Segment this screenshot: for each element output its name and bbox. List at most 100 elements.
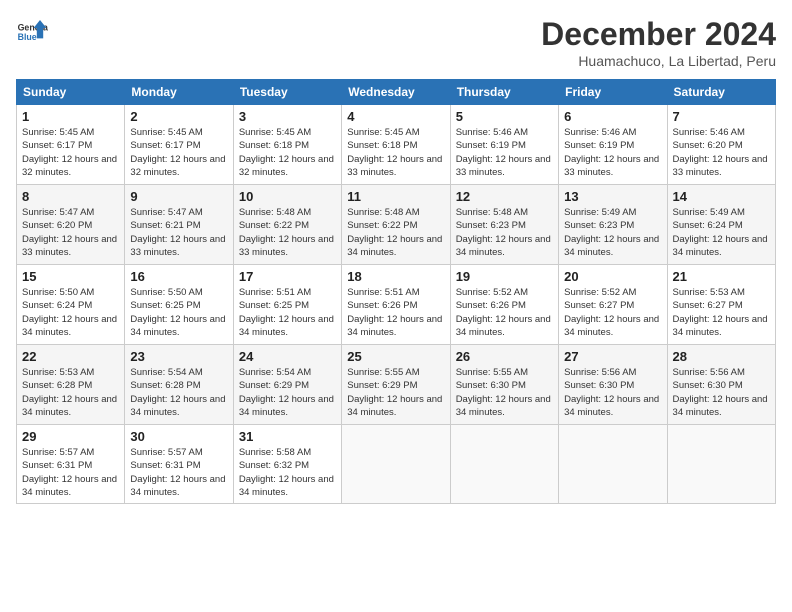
day-info: Sunrise: 5:51 AMSunset: 6:25 PMDaylight:… xyxy=(239,287,334,338)
table-row xyxy=(667,425,775,504)
table-row: 12 Sunrise: 5:48 AMSunset: 6:23 PMDaylig… xyxy=(450,185,558,265)
table-row: 20 Sunrise: 5:52 AMSunset: 6:27 PMDaylig… xyxy=(559,265,667,345)
day-number: 29 xyxy=(22,429,119,444)
table-row: 2 Sunrise: 5:45 AMSunset: 6:17 PMDayligh… xyxy=(125,105,233,185)
day-number: 17 xyxy=(239,269,336,284)
day-info: Sunrise: 5:57 AMSunset: 6:31 PMDaylight:… xyxy=(130,447,225,498)
day-info: Sunrise: 5:47 AMSunset: 6:21 PMDaylight:… xyxy=(130,207,225,258)
table-row xyxy=(450,425,558,504)
table-row: 14 Sunrise: 5:49 AMSunset: 6:24 PMDaylig… xyxy=(667,185,775,265)
day-info: Sunrise: 5:56 AMSunset: 6:30 PMDaylight:… xyxy=(673,367,768,418)
day-number: 15 xyxy=(22,269,119,284)
day-number: 10 xyxy=(239,189,336,204)
col-friday: Friday xyxy=(559,80,667,105)
table-row: 3 Sunrise: 5:45 AMSunset: 6:18 PMDayligh… xyxy=(233,105,341,185)
table-row: 17 Sunrise: 5:51 AMSunset: 6:25 PMDaylig… xyxy=(233,265,341,345)
day-number: 25 xyxy=(347,349,444,364)
table-row: 22 Sunrise: 5:53 AMSunset: 6:28 PMDaylig… xyxy=(17,345,125,425)
day-number: 26 xyxy=(456,349,553,364)
day-number: 2 xyxy=(130,109,227,124)
day-info: Sunrise: 5:47 AMSunset: 6:20 PMDaylight:… xyxy=(22,207,117,258)
day-number: 31 xyxy=(239,429,336,444)
table-row: 15 Sunrise: 5:50 AMSunset: 6:24 PMDaylig… xyxy=(17,265,125,345)
day-number: 8 xyxy=(22,189,119,204)
day-info: Sunrise: 5:49 AMSunset: 6:24 PMDaylight:… xyxy=(673,207,768,258)
calendar-table: Sunday Monday Tuesday Wednesday Thursday… xyxy=(16,79,776,504)
day-info: Sunrise: 5:53 AMSunset: 6:28 PMDaylight:… xyxy=(22,367,117,418)
day-number: 28 xyxy=(673,349,770,364)
col-saturday: Saturday xyxy=(667,80,775,105)
table-row: 5 Sunrise: 5:46 AMSunset: 6:19 PMDayligh… xyxy=(450,105,558,185)
day-info: Sunrise: 5:48 AMSunset: 6:22 PMDaylight:… xyxy=(239,207,334,258)
col-wednesday: Wednesday xyxy=(342,80,450,105)
table-row: 21 Sunrise: 5:53 AMSunset: 6:27 PMDaylig… xyxy=(667,265,775,345)
day-info: Sunrise: 5:55 AMSunset: 6:29 PMDaylight:… xyxy=(347,367,442,418)
location: Huamachuco, La Libertad, Peru xyxy=(541,53,776,69)
day-number: 13 xyxy=(564,189,661,204)
day-number: 22 xyxy=(22,349,119,364)
day-info: Sunrise: 5:49 AMSunset: 6:23 PMDaylight:… xyxy=(564,207,659,258)
table-row: 31 Sunrise: 5:58 AMSunset: 6:32 PMDaylig… xyxy=(233,425,341,504)
table-row: 7 Sunrise: 5:46 AMSunset: 6:20 PMDayligh… xyxy=(667,105,775,185)
col-monday: Monday xyxy=(125,80,233,105)
table-row: 9 Sunrise: 5:47 AMSunset: 6:21 PMDayligh… xyxy=(125,185,233,265)
day-number: 16 xyxy=(130,269,227,284)
month-title: December 2024 xyxy=(541,16,776,53)
day-number: 23 xyxy=(130,349,227,364)
day-number: 7 xyxy=(673,109,770,124)
day-number: 9 xyxy=(130,189,227,204)
day-info: Sunrise: 5:57 AMSunset: 6:31 PMDaylight:… xyxy=(22,447,117,498)
table-row: 28 Sunrise: 5:56 AMSunset: 6:30 PMDaylig… xyxy=(667,345,775,425)
table-row: 24 Sunrise: 5:54 AMSunset: 6:29 PMDaylig… xyxy=(233,345,341,425)
table-row: 13 Sunrise: 5:49 AMSunset: 6:23 PMDaylig… xyxy=(559,185,667,265)
day-info: Sunrise: 5:52 AMSunset: 6:27 PMDaylight:… xyxy=(564,287,659,338)
day-number: 4 xyxy=(347,109,444,124)
day-number: 6 xyxy=(564,109,661,124)
day-info: Sunrise: 5:48 AMSunset: 6:23 PMDaylight:… xyxy=(456,207,551,258)
day-info: Sunrise: 5:50 AMSunset: 6:25 PMDaylight:… xyxy=(130,287,225,338)
day-info: Sunrise: 5:45 AMSunset: 6:17 PMDaylight:… xyxy=(130,127,225,178)
day-number: 19 xyxy=(456,269,553,284)
table-row: 27 Sunrise: 5:56 AMSunset: 6:30 PMDaylig… xyxy=(559,345,667,425)
svg-text:Blue: Blue xyxy=(18,32,37,42)
day-number: 18 xyxy=(347,269,444,284)
day-info: Sunrise: 5:53 AMSunset: 6:27 PMDaylight:… xyxy=(673,287,768,338)
day-info: Sunrise: 5:45 AMSunset: 6:17 PMDaylight:… xyxy=(22,127,117,178)
logo: General Blue xyxy=(16,16,48,48)
day-number: 24 xyxy=(239,349,336,364)
calendar-header-row: Sunday Monday Tuesday Wednesday Thursday… xyxy=(17,80,776,105)
day-number: 21 xyxy=(673,269,770,284)
day-info: Sunrise: 5:55 AMSunset: 6:30 PMDaylight:… xyxy=(456,367,551,418)
table-row: 23 Sunrise: 5:54 AMSunset: 6:28 PMDaylig… xyxy=(125,345,233,425)
col-thursday: Thursday xyxy=(450,80,558,105)
table-row: 6 Sunrise: 5:46 AMSunset: 6:19 PMDayligh… xyxy=(559,105,667,185)
title-block: December 2024 Huamachuco, La Libertad, P… xyxy=(541,16,776,69)
day-info: Sunrise: 5:46 AMSunset: 6:19 PMDaylight:… xyxy=(456,127,551,178)
table-row: 10 Sunrise: 5:48 AMSunset: 6:22 PMDaylig… xyxy=(233,185,341,265)
day-info: Sunrise: 5:58 AMSunset: 6:32 PMDaylight:… xyxy=(239,447,334,498)
col-tuesday: Tuesday xyxy=(233,80,341,105)
day-info: Sunrise: 5:51 AMSunset: 6:26 PMDaylight:… xyxy=(347,287,442,338)
day-info: Sunrise: 5:56 AMSunset: 6:30 PMDaylight:… xyxy=(564,367,659,418)
day-number: 30 xyxy=(130,429,227,444)
day-info: Sunrise: 5:50 AMSunset: 6:24 PMDaylight:… xyxy=(22,287,117,338)
table-row xyxy=(342,425,450,504)
day-number: 20 xyxy=(564,269,661,284)
day-info: Sunrise: 5:45 AMSunset: 6:18 PMDaylight:… xyxy=(239,127,334,178)
day-info: Sunrise: 5:46 AMSunset: 6:20 PMDaylight:… xyxy=(673,127,768,178)
table-row: 26 Sunrise: 5:55 AMSunset: 6:30 PMDaylig… xyxy=(450,345,558,425)
day-info: Sunrise: 5:52 AMSunset: 6:26 PMDaylight:… xyxy=(456,287,551,338)
table-row: 29 Sunrise: 5:57 AMSunset: 6:31 PMDaylig… xyxy=(17,425,125,504)
page-header: General Blue December 2024 Huamachuco, L… xyxy=(16,16,776,69)
day-number: 14 xyxy=(673,189,770,204)
table-row: 19 Sunrise: 5:52 AMSunset: 6:26 PMDaylig… xyxy=(450,265,558,345)
table-row: 8 Sunrise: 5:47 AMSunset: 6:20 PMDayligh… xyxy=(17,185,125,265)
day-info: Sunrise: 5:54 AMSunset: 6:28 PMDaylight:… xyxy=(130,367,225,418)
table-row: 1 Sunrise: 5:45 AMSunset: 6:17 PMDayligh… xyxy=(17,105,125,185)
day-info: Sunrise: 5:45 AMSunset: 6:18 PMDaylight:… xyxy=(347,127,442,178)
day-number: 3 xyxy=(239,109,336,124)
day-number: 12 xyxy=(456,189,553,204)
day-number: 27 xyxy=(564,349,661,364)
col-sunday: Sunday xyxy=(17,80,125,105)
day-info: Sunrise: 5:54 AMSunset: 6:29 PMDaylight:… xyxy=(239,367,334,418)
